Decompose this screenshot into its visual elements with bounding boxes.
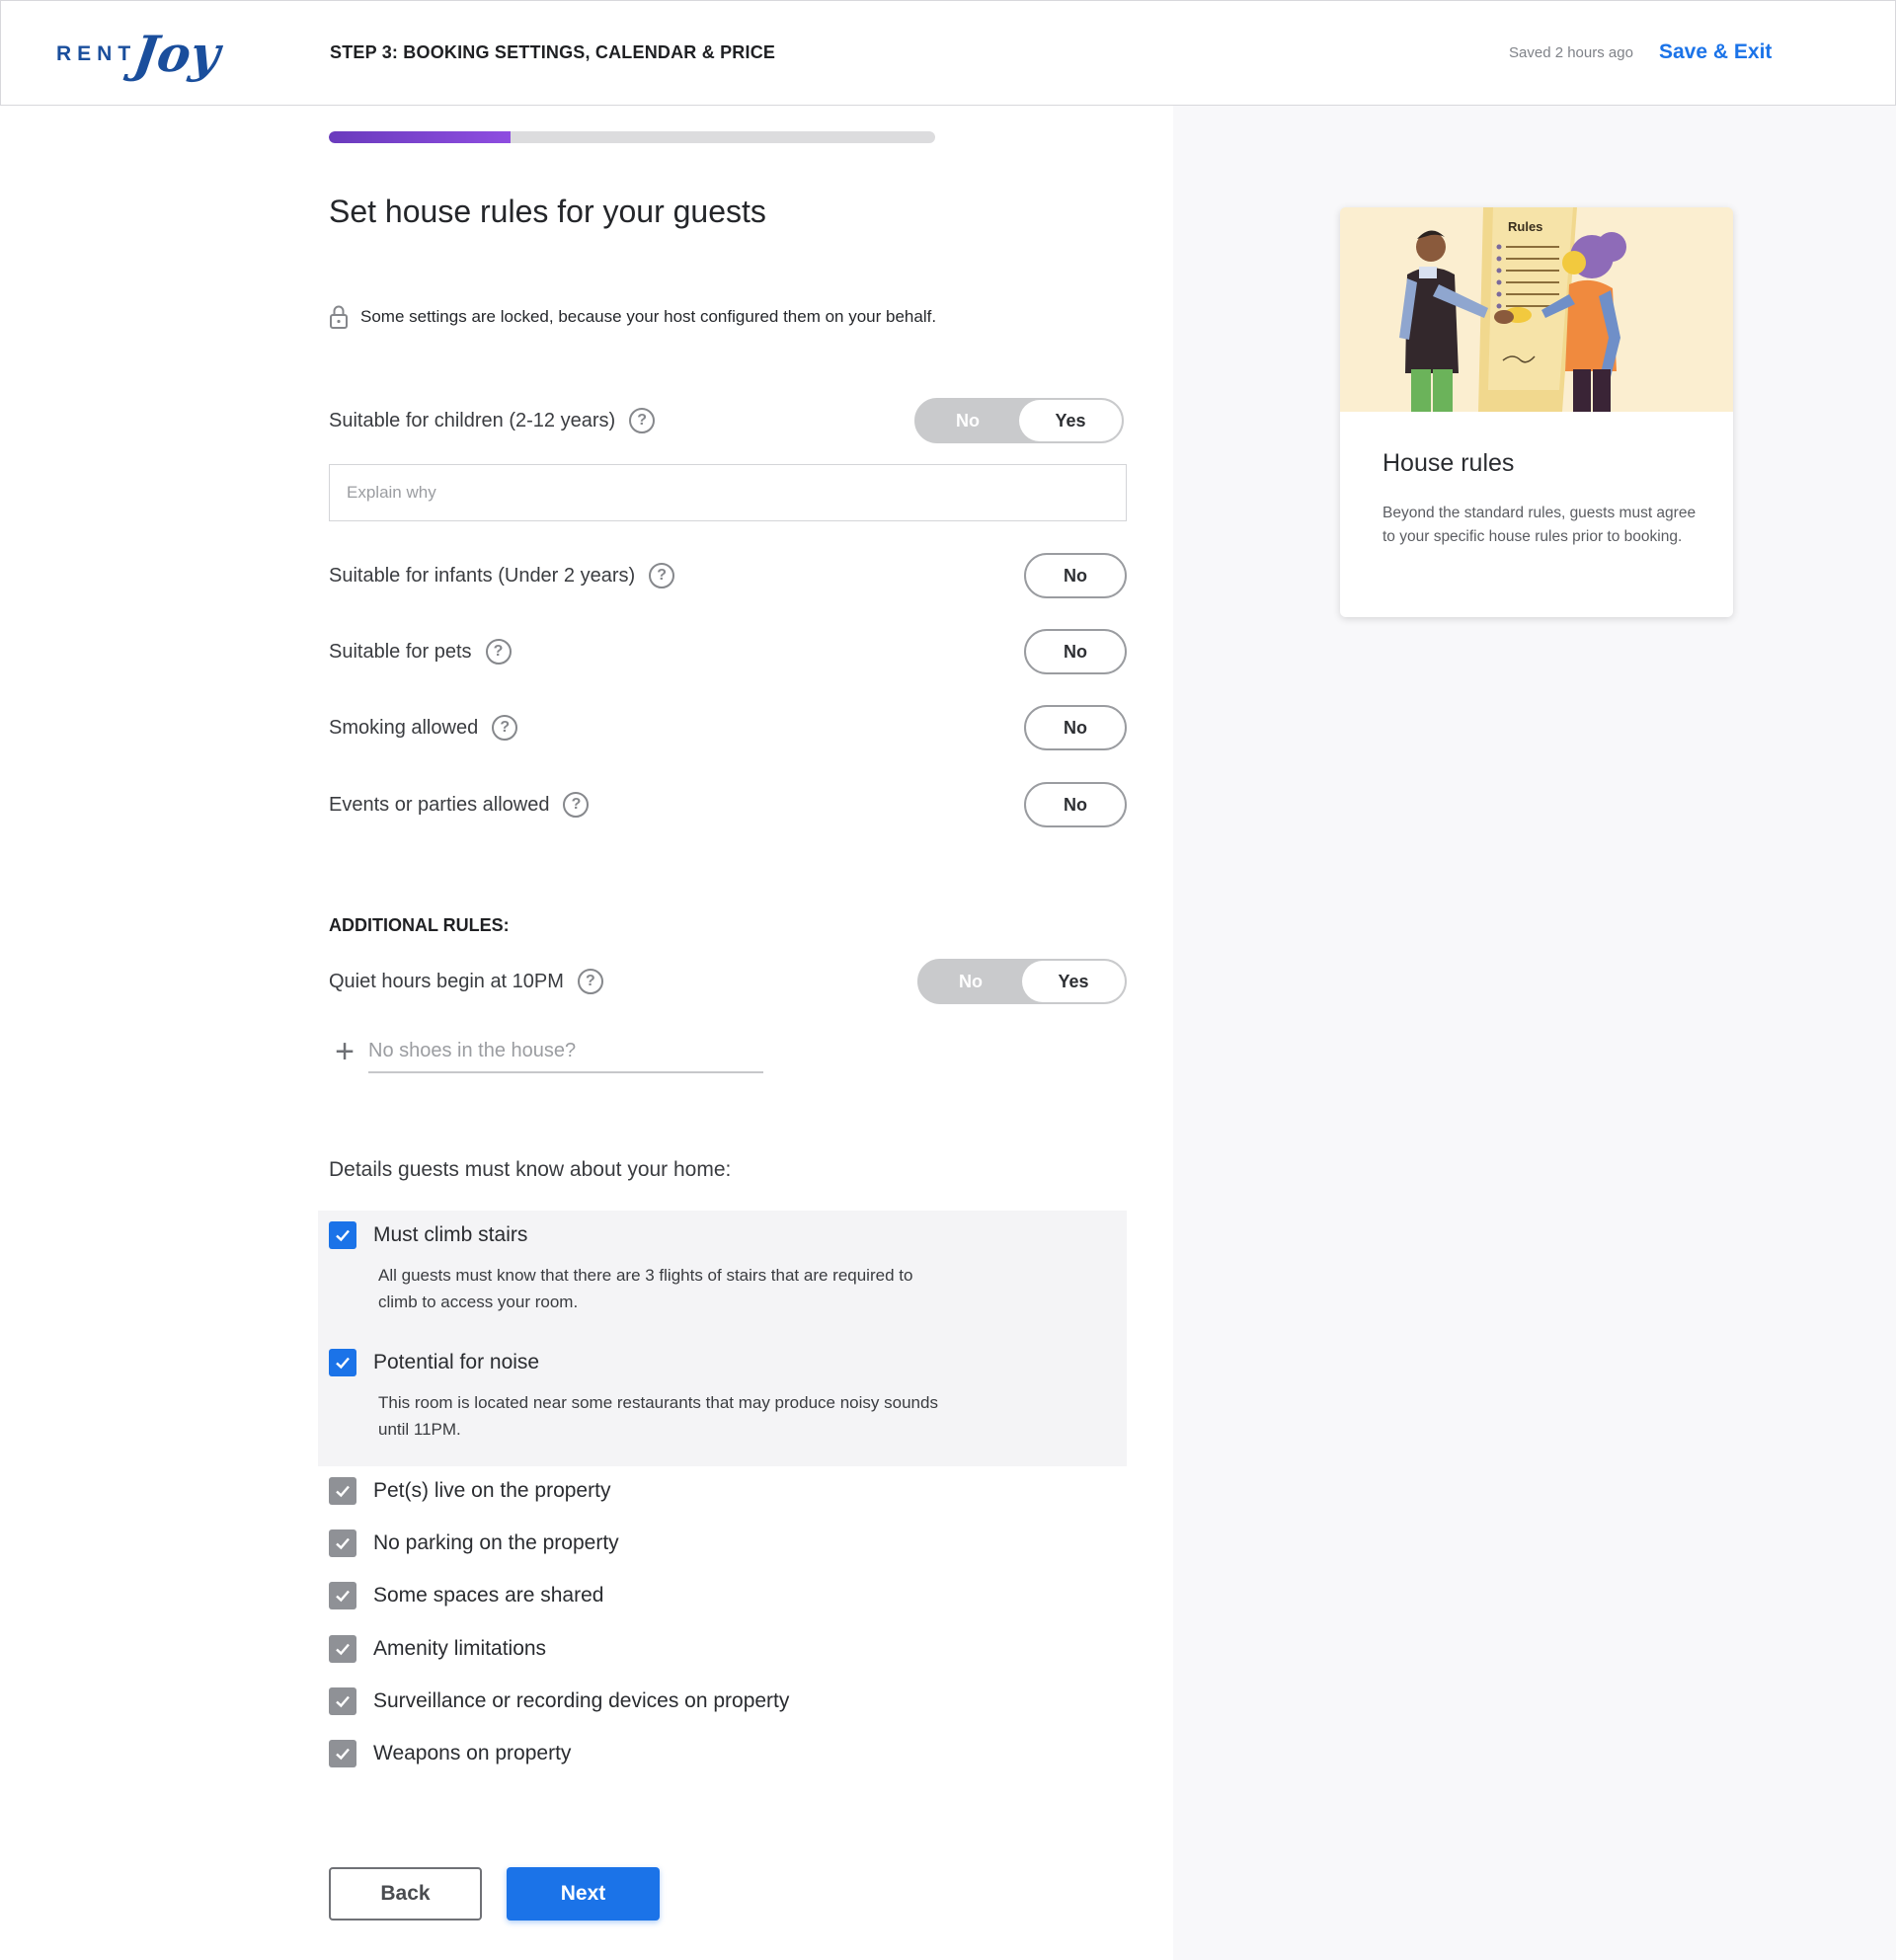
checkbox-checked[interactable] [329, 1349, 356, 1376]
detail-label: Some spaces are shared [373, 1584, 604, 1607]
help-icon[interactable]: ? [649, 563, 675, 588]
smoking-toggle[interactable]: No [1024, 705, 1127, 750]
locked-settings-note: Some settings are locked, because your h… [329, 304, 936, 330]
add-rule-row: + [329, 1030, 763, 1073]
saved-status: Saved 2 hours ago [1509, 44, 1633, 61]
help-icon[interactable]: ? [563, 792, 590, 818]
rule-infants: Suitable for infants (Under 2 years) ? N… [329, 553, 1127, 598]
detail-label: Surveillance or recording devices on pro… [373, 1689, 790, 1712]
next-button[interactable]: Next [507, 1867, 660, 1921]
check-icon [336, 1695, 350, 1708]
check-icon [336, 1643, 350, 1656]
detail-item-stairs[interactable]: Must climb stairs [329, 1221, 527, 1249]
children-toggle[interactable]: No Yes [914, 398, 1124, 443]
house-rules-info-card: Rules House rules Beyond the standard ru… [1340, 207, 1733, 617]
progress-bar [329, 131, 935, 143]
check-icon [336, 1229, 350, 1242]
detail-label: No parking on the property [373, 1531, 619, 1554]
infants-toggle[interactable]: No [1024, 553, 1127, 598]
rentjoy-logo[interactable]: RENT Joy [56, 25, 223, 84]
handshake-rules-image: Rules [1340, 207, 1733, 412]
detail-label: Amenity limitations [373, 1637, 547, 1660]
detail-item-amenity: Amenity limitations [329, 1635, 546, 1663]
save-exit-link[interactable]: Save & Exit [1659, 40, 1772, 64]
check-icon [336, 1590, 350, 1603]
rule-infants-label: Suitable for infants (Under 2 years) [329, 564, 636, 587]
details-heading: Details guests must know about your home… [329, 1158, 732, 1181]
illustration-rules-text: Rules [1508, 219, 1542, 234]
detail-description: This room is located near some restauran… [378, 1393, 938, 1439]
checkbox-locked [329, 1477, 356, 1505]
help-icon[interactable]: ? [492, 715, 518, 741]
checkbox-locked [329, 1529, 356, 1557]
detail-label: Pet(s) live on the property [373, 1479, 611, 1502]
detail-label: Potential for noise [373, 1351, 540, 1373]
detail-label: Weapons on property [373, 1742, 572, 1764]
handshake-illustration: Rules [1340, 207, 1733, 412]
children-toggle-no[interactable]: No [916, 400, 1019, 441]
add-rule-input[interactable] [368, 1030, 763, 1073]
side-card-title: House rules [1382, 449, 1515, 477]
detail-description: All guests must know that there are 3 fl… [378, 1266, 913, 1311]
plus-icon[interactable]: + [329, 1035, 360, 1068]
detail-item-parking: No parking on the property [329, 1529, 619, 1557]
rule-smoking: Smoking allowed ? No [329, 705, 1127, 750]
detail-item-weapons: Weapons on property [329, 1740, 571, 1767]
checkbox-locked [329, 1582, 356, 1609]
back-button[interactable]: Back [329, 1867, 482, 1921]
check-icon [336, 1537, 350, 1550]
page-title: Set house rules for your guests [329, 194, 766, 229]
rule-smoking-label: Smoking allowed [329, 716, 479, 739]
rule-pets: Suitable for pets ? No [329, 629, 1127, 674]
detail-item-noise[interactable]: Potential for noise [329, 1349, 539, 1376]
check-icon [336, 1748, 350, 1761]
progress-bar-fill [329, 131, 512, 143]
check-icon [336, 1485, 350, 1498]
detail-item-surveillance: Surveillance or recording devices on pro… [329, 1687, 789, 1715]
rule-events-label: Events or parties allowed [329, 793, 550, 816]
children-toggle-yes[interactable]: Yes [1019, 400, 1122, 441]
lock-icon [330, 305, 348, 329]
checkbox-locked [329, 1687, 356, 1715]
checkbox-checked[interactable] [329, 1221, 356, 1249]
rule-events: Events or parties allowed ? No [329, 782, 1127, 827]
rule-pets-label: Suitable for pets [329, 640, 472, 663]
checkbox-locked [329, 1740, 356, 1767]
detail-item-shared-spaces: Some spaces are shared [329, 1582, 603, 1609]
step-title: STEP 3: BOOKING SETTINGS, CALENDAR & PRI… [330, 42, 776, 62]
quiet-hours-toggle-no[interactable]: No [919, 961, 1022, 1002]
quiet-hours-toggle-yes[interactable]: Yes [1022, 961, 1125, 1002]
help-icon[interactable]: ? [485, 639, 512, 665]
additional-rules-heading: ADDITIONAL RULES: [329, 915, 510, 935]
side-card-body: Beyond the standard rules, guests must a… [1382, 505, 1697, 545]
locked-note-text: Some settings are locked, because your h… [360, 307, 937, 326]
quiet-hours-toggle[interactable]: No Yes [917, 959, 1127, 1004]
pets-toggle[interactable]: No [1024, 629, 1127, 674]
help-icon[interactable]: ? [577, 969, 603, 994]
detail-label: Must climb stairs [373, 1223, 528, 1246]
rule-quiet-hours-label: Quiet hours begin at 10PM [329, 970, 564, 992]
logo-rent-text: RENT [56, 42, 137, 65]
detail-item-pets: Pet(s) live on the property [329, 1477, 610, 1505]
checkbox-locked [329, 1635, 356, 1663]
logo-joy-text: Joy [130, 25, 224, 83]
explain-why-input[interactable] [329, 464, 1127, 521]
top-header: RENT Joy STEP 3: BOOKING SETTINGS, CALEN… [0, 0, 1896, 106]
rule-quiet-hours: Quiet hours begin at 10PM ? No Yes [329, 959, 1127, 1004]
rule-children: Suitable for children (2-12 years) ? No … [329, 398, 1127, 443]
help-icon[interactable]: ? [629, 408, 656, 433]
events-toggle[interactable]: No [1024, 782, 1127, 827]
rule-children-label: Suitable for children (2-12 years) [329, 409, 616, 431]
check-icon [336, 1357, 350, 1370]
